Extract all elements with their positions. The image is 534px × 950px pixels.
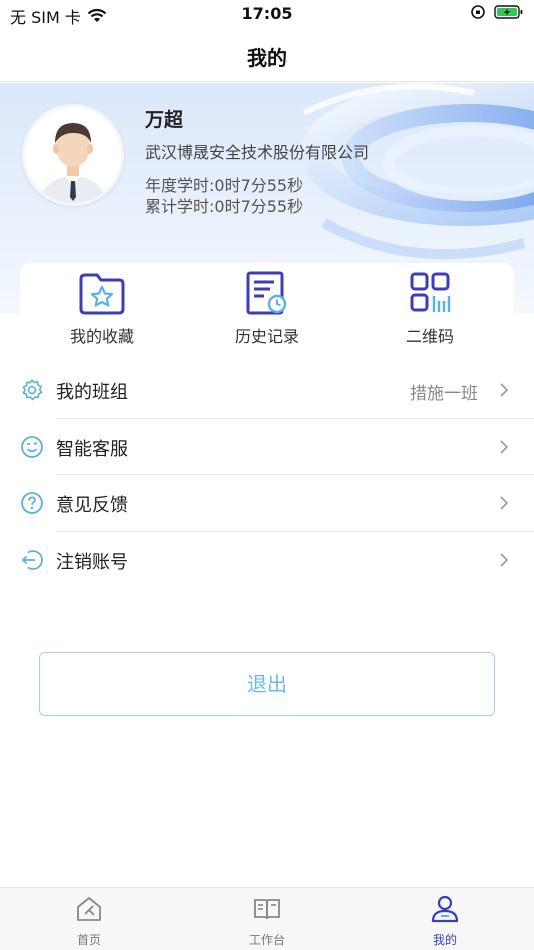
- quick-label-favorites: 我的收藏: [69, 327, 134, 346]
- book-icon: [254, 899, 280, 920]
- list-item-label: 意见反馈: [56, 495, 128, 516]
- list-item-label: 我的班组: [56, 382, 128, 403]
- tab-label: 首页: [76, 933, 101, 947]
- list-item-my-team[interactable]: 我的班组 措施一班: [0, 362, 534, 419]
- list-item-label: 智能客服: [56, 438, 128, 460]
- folder-star-icon: [79, 273, 125, 315]
- smile-icon: [21, 435, 43, 458]
- tab-bar: 首页 工作台 我的: [0, 887, 534, 950]
- chevron-right-icon: [500, 552, 509, 567]
- tab-workbench[interactable]: 工作台: [217, 894, 317, 948]
- team-name-value: 措施一班: [410, 384, 478, 404]
- settings-list: 我的班组 措施一班 智能客服 意见反馈 注销账号: [0, 362, 534, 588]
- status-bar: 无 SIM 卡 17:05: [0, 0, 534, 28]
- tab-mine[interactable]: 我的: [395, 894, 495, 948]
- list-item-customer-service[interactable]: 智能客服: [0, 419, 534, 475]
- quick-label-qrcode: 二维码: [405, 327, 454, 346]
- user-name: 万超: [145, 109, 184, 131]
- chevron-right-icon: [500, 496, 509, 510]
- history-icon: [246, 271, 287, 315]
- qrcode-icon: [410, 272, 451, 312]
- battery-icon: [494, 5, 523, 19]
- page-title: 我的: [247, 46, 287, 70]
- tab-label: 我的: [432, 933, 457, 947]
- user-avatar-icon: [25, 107, 121, 203]
- tab-home[interactable]: 首页: [39, 894, 139, 948]
- tab-label: 工作台: [248, 933, 285, 947]
- navigation-bar: 我的: [0, 28, 534, 82]
- list-item-label: 注销账号: [56, 551, 128, 573]
- list-item-feedback[interactable]: 意见反馈: [0, 475, 534, 532]
- quick-label-history: 历史记录: [234, 327, 299, 346]
- quick-item-qrcode[interactable]: 二维码: [370, 271, 490, 347]
- home-icon: [77, 897, 101, 921]
- total-study-hours: 累计学时:0时7分55秒: [145, 197, 304, 216]
- status-indicators: [470, 4, 524, 20]
- quick-item-favorites[interactable]: 我的收藏: [42, 271, 162, 347]
- logout-button[interactable]: 退出: [39, 652, 495, 716]
- status-time: 17:05: [241, 4, 293, 23]
- gear-icon: [22, 379, 43, 401]
- question-icon: [21, 492, 43, 514]
- avatar[interactable]: [22, 104, 124, 206]
- user-icon: [431, 895, 459, 923]
- chevron-right-icon: [500, 439, 509, 454]
- chevron-right-icon: [500, 383, 509, 397]
- list-item-cancel-account[interactable]: 注销账号: [0, 532, 534, 589]
- logout-icon: [21, 549, 43, 570]
- quick-item-history[interactable]: 历史记录: [207, 271, 327, 347]
- orientation-lock-icon: [471, 5, 485, 19]
- quick-actions-card: 我的收藏 历史记录 二维码: [20, 263, 514, 355]
- user-company: 武汉博晟安全技术股份有限公司: [145, 143, 370, 162]
